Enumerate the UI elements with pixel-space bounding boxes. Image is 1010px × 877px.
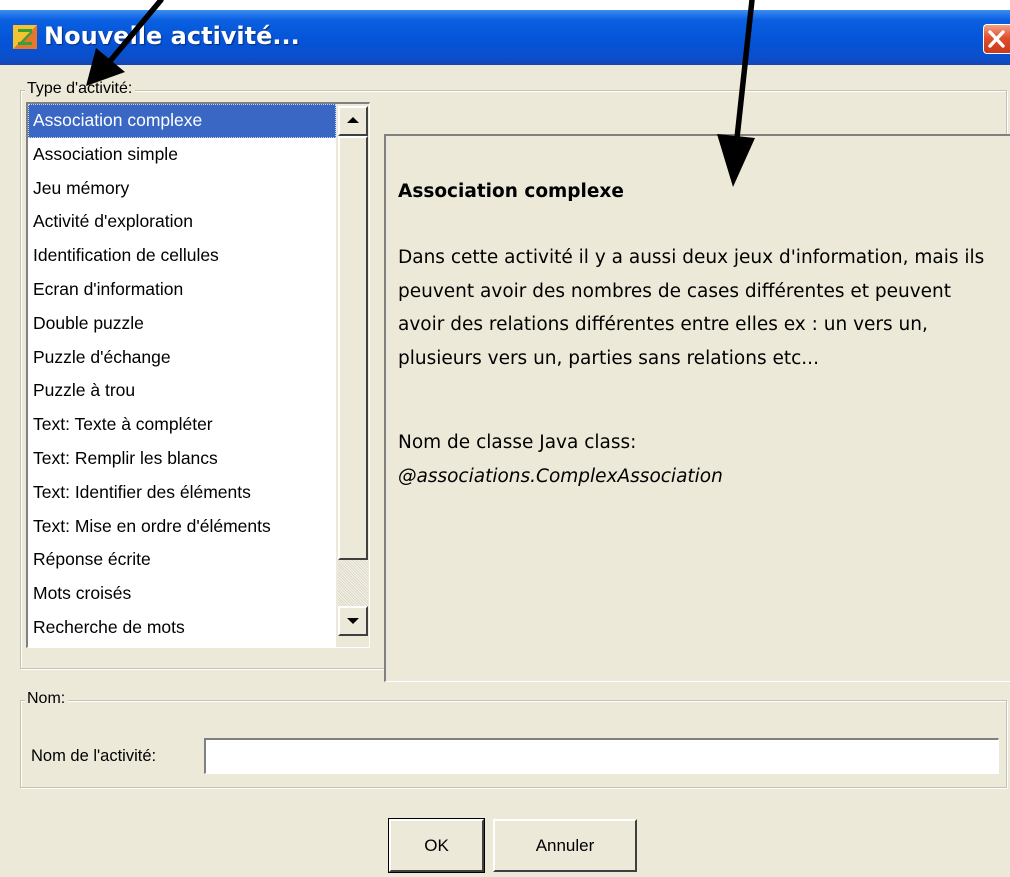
close-icon: [988, 30, 1005, 48]
list-item-ecran-information[interactable]: Ecran d'information: [28, 273, 336, 307]
activity-name-label: Nom de l'activité:: [31, 747, 157, 765]
list-item-puzzle-echange[interactable]: Puzzle d'échange: [28, 341, 336, 375]
description-title: Association complexe: [398, 181, 624, 202]
description-panel: Association complexe Dans cette activité…: [384, 134, 1010, 682]
close-button[interactable]: [983, 24, 1010, 54]
java-class-block: Nom de classe Java class: @associations.…: [398, 426, 988, 493]
list-scrollbar[interactable]: [336, 104, 369, 647]
list-item-texte-completer[interactable]: Text: Texte à compléter: [28, 408, 336, 442]
title-bar[interactable]: Nouvelle activité...: [0, 10, 1010, 65]
chevron-up-icon: [347, 117, 359, 123]
activity-name-input[interactable]: [204, 738, 999, 774]
list-item-association-complexe[interactable]: Association complexe: [28, 104, 336, 138]
dialog-window: Nouvelle activité... Type d'activité: As…: [0, 10, 1010, 877]
java-class-label: Nom de classe Java class:: [398, 432, 637, 453]
name-group: Nom: Nom de l'activité:: [20, 690, 1007, 788]
name-group-label: Nom:: [25, 690, 69, 708]
list-item-jeu-memory[interactable]: Jeu mémory: [28, 172, 336, 206]
list-item-activite-exploration[interactable]: Activité d'exploration: [28, 205, 336, 239]
list-item-association-simple[interactable]: Association simple: [28, 138, 336, 172]
list-item-identifier-elements[interactable]: Text: Identifier des éléments: [28, 476, 336, 510]
scroll-up-button[interactable]: [338, 106, 368, 136]
activity-type-label: Type d'activité:: [25, 80, 136, 98]
window-title: Nouvelle activité...: [44, 22, 300, 50]
list-item-identification-cellules[interactable]: Identification de cellules: [28, 239, 336, 273]
activity-type-group: Type d'activité: Association complexe As…: [20, 80, 1010, 682]
description-text: Dans cette activité il y a aussi deux je…: [398, 247, 985, 369]
chevron-down-icon: [347, 618, 359, 624]
list-item-remplir-blancs[interactable]: Text: Remplir les blancs: [28, 442, 336, 476]
java-class-name: @associations.ComplexAssociation: [398, 465, 723, 487]
scroll-thumb[interactable]: [338, 136, 368, 560]
list-item-mots-croises[interactable]: Mots croisés: [28, 577, 336, 611]
list-item-double-puzzle[interactable]: Double puzzle: [28, 307, 336, 341]
ok-button[interactable]: OK: [388, 818, 485, 873]
app-icon: [13, 25, 37, 49]
scroll-down-button[interactable]: [338, 606, 368, 636]
activity-type-items: Association complexe Association simple …: [28, 104, 336, 647]
cancel-button[interactable]: Annuler: [493, 819, 637, 872]
list-item-mise-en-ordre[interactable]: Text: Mise en ordre d'éléments: [28, 510, 336, 544]
activity-type-list[interactable]: Association complexe Association simple …: [26, 102, 370, 648]
list-item-puzzle-trou[interactable]: Puzzle à trou: [28, 374, 336, 408]
list-item-recherche-mots[interactable]: Recherche de mots: [28, 611, 336, 645]
list-item-reponse-ecrite[interactable]: Réponse écrite: [28, 543, 336, 577]
